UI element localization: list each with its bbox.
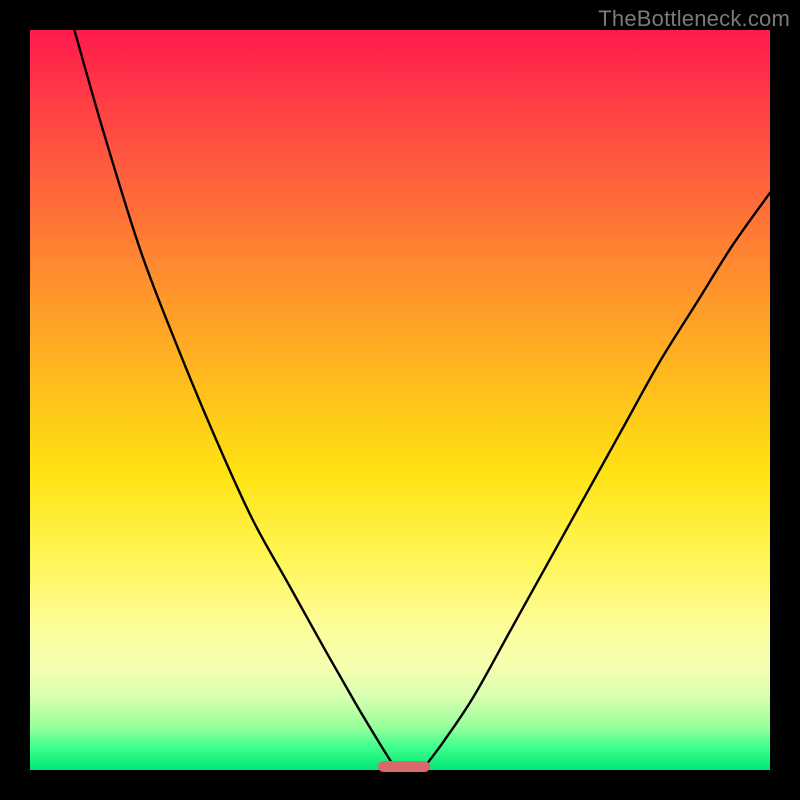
optimal-marker [378, 761, 430, 772]
plot-area [30, 30, 770, 770]
left-curve [74, 30, 396, 770]
right-curve [422, 193, 770, 770]
chart-frame: TheBottleneck.com [0, 0, 800, 800]
curves-svg [30, 30, 770, 770]
watermark-text: TheBottleneck.com [598, 6, 790, 32]
